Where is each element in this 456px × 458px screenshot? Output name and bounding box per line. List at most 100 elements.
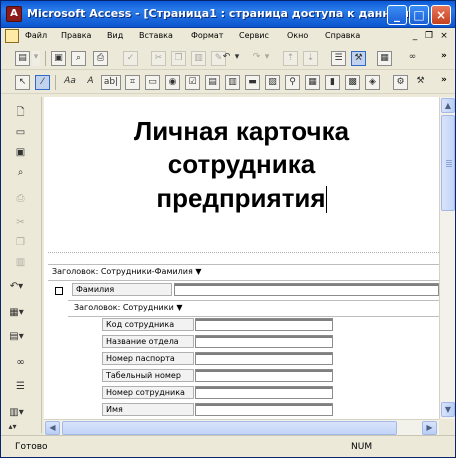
document-restore-button[interactable]: ❐ [423, 30, 435, 42]
links-icon[interactable]: ∞ [405, 51, 420, 66]
control-wizards-icon[interactable]: ⁄ [35, 75, 50, 90]
field-label-department-name[interactable]: Название отдела [102, 335, 194, 348]
save-icon[interactable]: ▣ [51, 51, 66, 66]
field-personnel-number[interactable] [195, 369, 333, 382]
chevron-down-icon[interactable]: ▾ [32, 51, 40, 66]
promote-icon[interactable]: ▤▾ [9, 329, 24, 344]
chevron-down-icon[interactable]: ▾ [263, 51, 271, 66]
open-icon[interactable]: ▭ [13, 125, 28, 140]
option-button-icon[interactable]: ◉ [165, 75, 180, 90]
vertical-scroll-thumb[interactable] [441, 115, 455, 211]
field-label-first-name[interactable]: Имя [102, 403, 194, 416]
expand-collapse-checkbox[interactable] [55, 287, 63, 295]
print-icon[interactable]: ⎙ [93, 51, 108, 66]
save-icon[interactable]: ▣ [13, 145, 28, 160]
scroll-right-button[interactable]: ▶ [422, 421, 437, 435]
field-label-passport-number[interactable]: Номер паспорта [102, 352, 194, 365]
more-icon[interactable]: ▴▾ [5, 419, 20, 434]
cut-icon[interactable]: ✂ [151, 51, 166, 66]
command-button-icon[interactable]: ▬ [245, 75, 260, 90]
group-header-2[interactable]: Заголовок: Сотрудники ▼ [74, 303, 182, 316]
label-icon[interactable]: Aa [61, 75, 79, 90]
bound-html-icon[interactable]: A [83, 75, 98, 90]
office-spreadsheet-icon[interactable]: ▦ [305, 75, 320, 90]
field-label-employee-number[interactable]: Номер сотрудника [102, 386, 194, 399]
field-label-personnel-number[interactable]: Табельный номер [102, 369, 194, 382]
copy-icon[interactable]: ❐ [171, 51, 186, 66]
field-list-icon[interactable]: ▦ [377, 51, 392, 66]
properties-icon[interactable]: ☰ [331, 51, 346, 66]
menu-help[interactable]: Справка [325, 31, 360, 40]
spelling-icon[interactable]: ✓ [123, 51, 138, 66]
menu-window[interactable]: Окно [287, 31, 308, 40]
menu-insert[interactable]: Вставка [139, 31, 173, 40]
surname-label[interactable]: Фамилия [72, 283, 172, 296]
menu-format[interactable]: Формат [191, 31, 223, 40]
copy-icon[interactable]: ❐ [13, 235, 28, 250]
field-first-name[interactable] [195, 403, 333, 416]
page-title[interactable]: Личная карточка сотрудника предприятия [44, 115, 439, 215]
text-box-icon[interactable]: ab| [101, 75, 121, 90]
list-box-icon[interactable]: ▥ [225, 75, 240, 90]
close-button[interactable]: × [431, 5, 451, 25]
horizontal-scrollbar[interactable]: ◀ ▶ [44, 419, 439, 435]
hyperlink-icon[interactable]: ⚲ [285, 75, 300, 90]
tools-icon[interactable]: ⚒ [413, 75, 428, 90]
scroll-down-button[interactable]: ▼ [441, 402, 455, 417]
page-design-area[interactable]: Личная карточка сотрудника предприятия З… [44, 97, 439, 419]
access-app-icon[interactable]: A [6, 6, 22, 22]
undo-icon[interactable]: ↶▾ [9, 279, 24, 294]
group-icon[interactable]: ▦▾ [9, 305, 24, 320]
document-window-icon[interactable] [5, 29, 19, 43]
chevron-down-icon[interactable]: ▼ [195, 267, 201, 276]
title-bar[interactable]: A Microsoft Access - [Страница1 : страни… [1, 1, 455, 28]
office-chart-icon[interactable]: ▮ [325, 75, 340, 90]
redo-icon[interactable]: ↷ [249, 51, 264, 66]
sort-icon[interactable]: ▥▾ [9, 405, 24, 420]
scroll-up-button[interactable]: ▲ [441, 98, 455, 113]
vertical-scrollbar[interactable]: ▲ ▼ [439, 97, 455, 419]
field-department-name[interactable] [195, 335, 333, 348]
field-employee-code[interactable] [195, 318, 333, 331]
undo-icon[interactable]: ↶ [219, 51, 234, 66]
surname-field[interactable] [174, 283, 439, 296]
minimize-button[interactable]: _ [387, 5, 407, 25]
properties-icon[interactable]: ☰ [13, 379, 28, 394]
sort-ascending-icon[interactable]: ⇡ [283, 51, 298, 66]
expand-icon[interactable]: ◈ [365, 75, 380, 90]
field-label-employee-code[interactable]: Код сотрудника [102, 318, 194, 331]
chevron-down-icon[interactable]: ▾ [233, 51, 241, 66]
check-box-icon[interactable]: ☑ [185, 75, 200, 90]
scroll-left-button[interactable]: ◀ [45, 421, 60, 435]
menu-file[interactable]: Файл [25, 31, 47, 40]
toolbar-options-icon[interactable]: » [441, 51, 447, 61]
preview-icon[interactable]: ⌕ [13, 165, 28, 180]
toggle-button-icon[interactable]: ▭ [145, 75, 160, 90]
menu-edit[interactable]: Правка [61, 31, 91, 40]
menu-tools[interactable]: Сервис [239, 31, 269, 40]
menu-view[interactable]: Вид [107, 31, 123, 40]
select-objects-icon[interactable]: ↖ [15, 75, 30, 90]
field-employee-number[interactable] [195, 386, 333, 399]
print-icon[interactable]: ⎙ [13, 191, 28, 206]
horizontal-scroll-thumb[interactable] [62, 421, 397, 435]
toolbar-options-icon[interactable]: » [441, 75, 447, 85]
cut-icon[interactable]: ✂ [13, 215, 28, 230]
print-preview-icon[interactable]: ⌕ [71, 51, 86, 66]
office-pivottable-icon[interactable]: ▩ [345, 75, 360, 90]
link-icon[interactable]: ∞ [13, 355, 28, 370]
field-passport-number[interactable] [195, 352, 333, 365]
view-icon[interactable]: ▤ [15, 51, 30, 66]
dropdown-list-icon[interactable]: ▤ [205, 75, 220, 90]
document-close-button[interactable]: × [438, 30, 450, 42]
paste-icon[interactable]: ▥ [191, 51, 206, 66]
document-minimize-button[interactable]: _ [409, 30, 421, 42]
new-icon[interactable]: 🗋 [13, 105, 28, 120]
toolbox-icon[interactable]: ⚒ [351, 51, 366, 66]
paste-icon[interactable]: ▥ [13, 255, 28, 270]
maximize-button[interactable]: □ [409, 5, 429, 25]
sort-descending-icon[interactable]: ⇣ [303, 51, 318, 66]
group-header-1[interactable]: Заголовок: Сотрудники-Фамилия ▼ [52, 267, 202, 280]
option-group-icon[interactable]: ⌗ [125, 75, 140, 90]
more-tools-icon[interactable]: ⚙ [393, 75, 408, 90]
